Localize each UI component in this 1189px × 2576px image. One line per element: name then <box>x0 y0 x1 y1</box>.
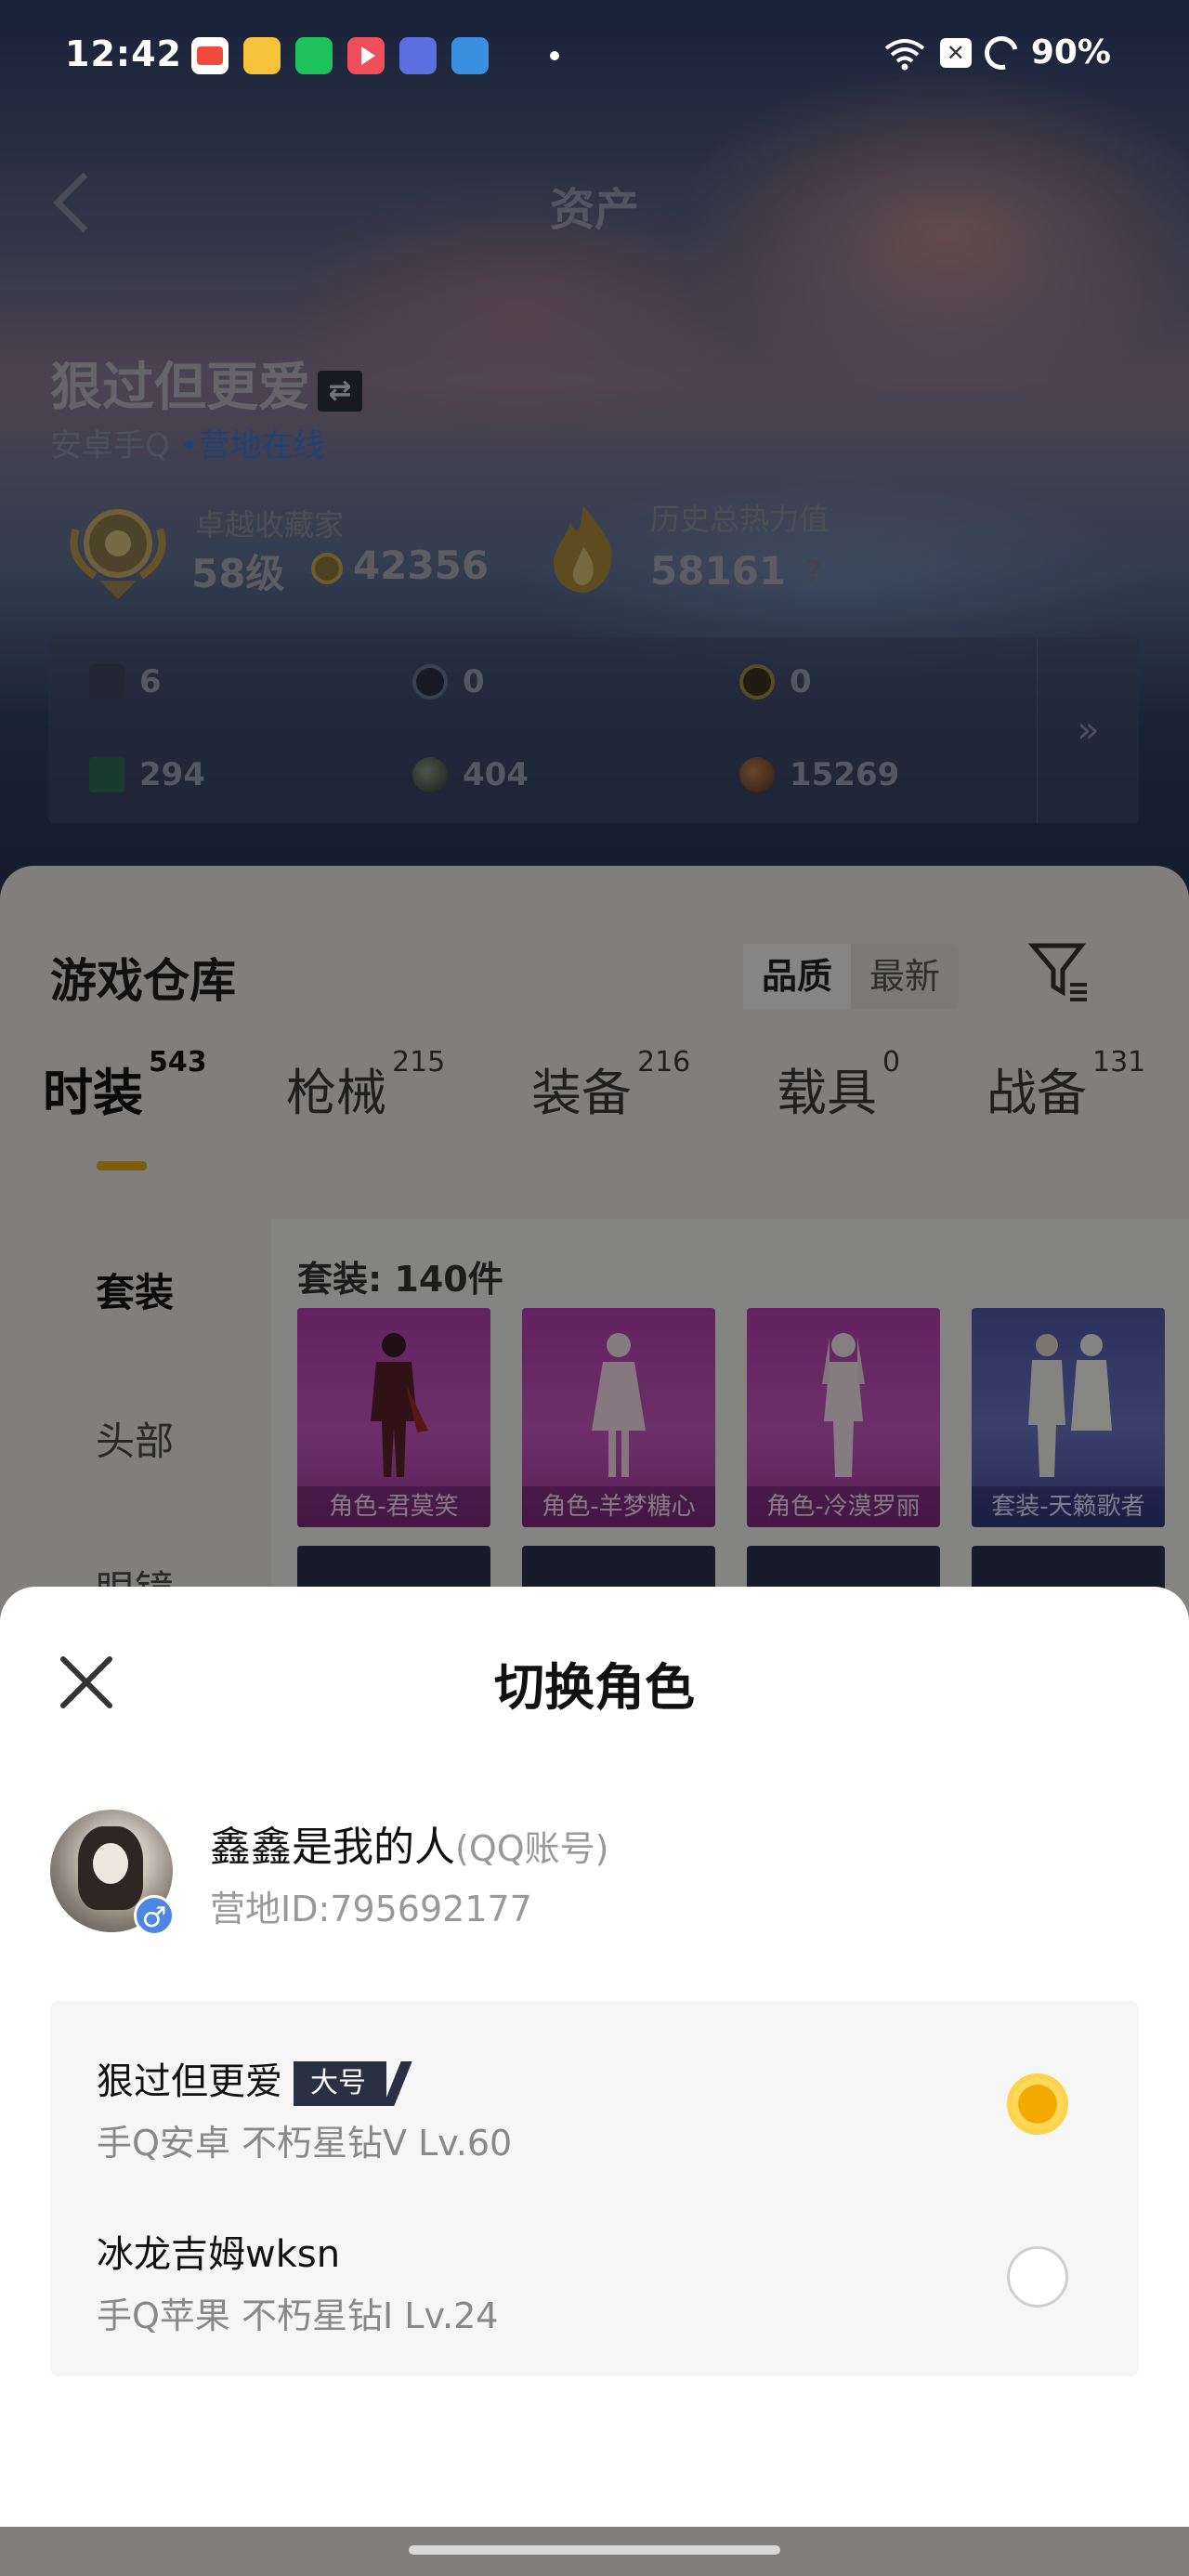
notification-icons <box>191 37 559 74</box>
role-radio[interactable] <box>1007 2246 1068 2308</box>
battery-icon <box>978 29 1025 76</box>
role-meta: 手Q苹果 不朽星钻I Lv.24 <box>97 2295 499 2336</box>
sheet-title: 切换角色 <box>494 1658 695 1717</box>
xbox-icon: ✕ <box>939 37 972 68</box>
battery-level: 90% <box>1030 33 1111 72</box>
more-notifications-dot <box>550 51 559 60</box>
role-name-text: 狠过但更爱 <box>97 2060 282 2103</box>
screen: 12:42 ✕ 90% 资产 狠过但更爱 ⇄ 安卓手Q •营地在线 卓越收藏家 … <box>0 0 1189 2576</box>
camp-id: 营地ID:795692177 <box>210 1889 532 1929</box>
status-bar: 12:42 ✕ 90% <box>0 0 1189 111</box>
app-notif-icon <box>451 37 489 74</box>
role-name: 狠过但更爱 大号 <box>97 2051 386 2106</box>
switch-role-sheet: 切换角色 ♂ 鑫鑫是我的人(QQ账号) 营地ID:795692177 狠过但更爱… <box>0 1587 1189 2527</box>
app-notif-icon <box>243 37 281 74</box>
status-time: 12:42 <box>65 33 182 74</box>
account-type: (QQ账号) <box>455 1828 609 1869</box>
role-meta: 手Q安卓 不朽星钻V Lv.60 <box>97 2123 513 2164</box>
app-notif-icon <box>295 37 333 74</box>
app-notif-icon <box>347 37 385 74</box>
role-list: 狠过但更爱 大号 手Q安卓 不朽星钻V Lv.60 冰龙吉姆wksn 手Q苹果 不… <box>50 2001 1139 2376</box>
role-radio-selected[interactable] <box>1007 2073 1068 2135</box>
role-item[interactable]: 狠过但更爱 大号 手Q安卓 不朽星钻V Lv.60 <box>50 2018 1139 2190</box>
app-notif-icon <box>399 37 437 74</box>
avatar-face <box>93 1843 128 1884</box>
home-indicator[interactable] <box>409 2545 780 2555</box>
male-gender-icon: ♂ <box>134 1895 175 1936</box>
wifi-icon <box>884 38 925 70</box>
account-name: 鑫鑫是我的人(QQ账号) <box>210 1813 608 1873</box>
role-name: 冰龙吉姆wksn <box>97 2233 341 2276</box>
status-right: ✕ 90% <box>882 29 1111 76</box>
main-account-tag: 大号 <box>294 2061 386 2106</box>
app-notif-icon <box>191 37 229 74</box>
role-item[interactable]: 冰龙吉姆wksn 手Q苹果 不朽星钻I Lv.24 <box>50 2190 1139 2363</box>
account-name-text: 鑫鑫是我的人 <box>210 1824 455 1871</box>
